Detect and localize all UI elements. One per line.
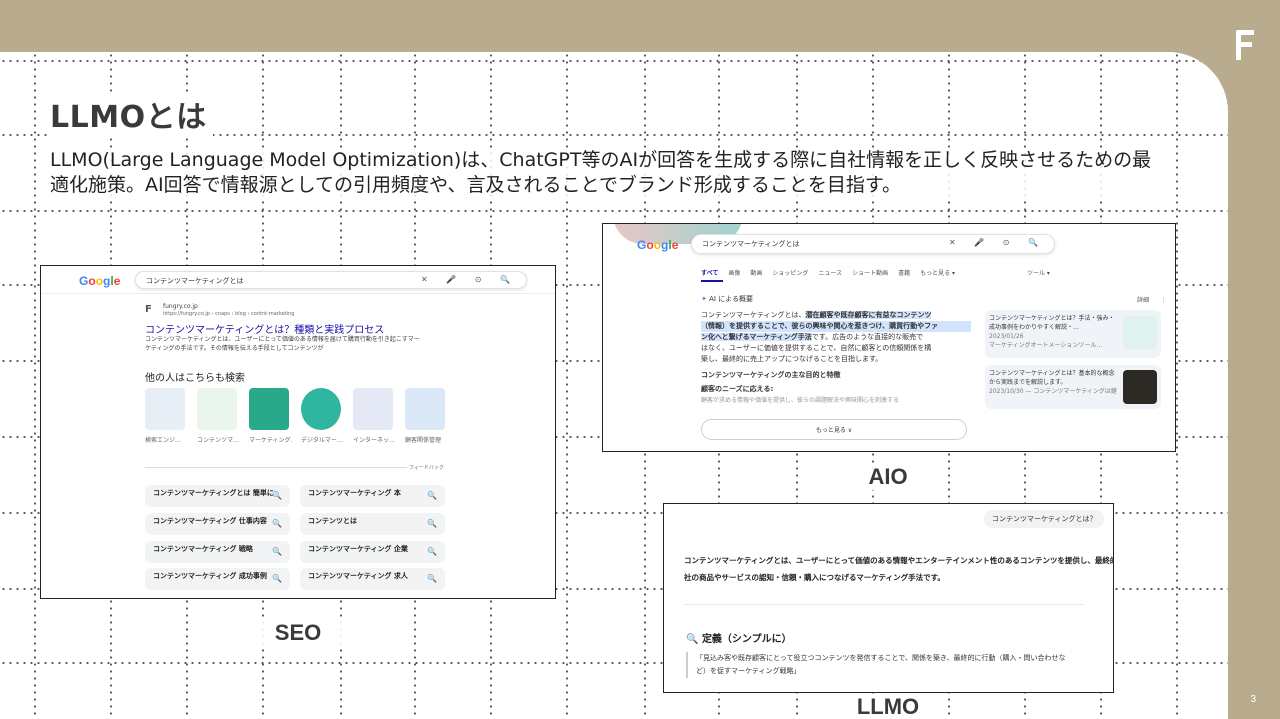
definition-heading: 🔍 定義（シンプルに） [686, 634, 792, 645]
magnifier-icon: 🔍 [686, 634, 699, 645]
related-search-chip[interactable]: コンテンツマーケティング 求人 🔍 [300, 568, 445, 590]
page-title: LLMOとは [50, 92, 213, 136]
result-snippet: コンテンツマーケティングとは、ユーザーにとって価値のある情報を届けて購買行動を引… [145, 336, 420, 352]
search-tools-icons: ✕ 🎤 ⊙ 🔍 [949, 238, 1046, 247]
thumb-1[interactable] [145, 388, 185, 430]
page-description: LLMO(Large Language Model Optimization)は… [50, 148, 1160, 198]
slide-content: LLMOとは LLMO(Large Language Model Optimiz… [0, 52, 1228, 719]
sparkle-icon: ✦ [701, 295, 707, 303]
aio-caption: AIO [838, 464, 938, 490]
llmo-caption: LLMO [838, 694, 938, 719]
thumb-6[interactable] [405, 388, 445, 430]
thumb-2[interactable] [197, 388, 237, 430]
ai-overview-subheading: コンテンツマーケティングの主な目的と特徴 [701, 371, 841, 379]
thumb-label: デジタルマー… [301, 437, 343, 444]
ai-overview-paragraph: コンテンツマーケティングとは、潜在顧客や既存顧客に有益なコンテンツ （情報）を提… [701, 310, 971, 365]
thumb-label: マーケティング… [249, 437, 293, 444]
brand-logo [1234, 28, 1256, 62]
ai-overview-bullet: 顧客のニーズに応える: [701, 385, 774, 393]
card-thumbnail [1123, 370, 1157, 404]
definition-quote: 「見込み客や既存顧客にとって役立つコンテンツを発信することで、関係を築き、最終的… [686, 652, 1106, 678]
show-more-button[interactable]: もっと見る ∨ [701, 419, 967, 440]
user-message-bubble: コンテンツマーケティングとは？ [984, 510, 1105, 528]
card-thumbnail [1123, 316, 1157, 350]
source-card[interactable]: コンテンツマーケティングとは？手法・強み・成功事例をわかりやすく解説・… 202… [985, 310, 1161, 358]
related-search-chip[interactable]: コンテンツマーケティング 本 🔍 [300, 485, 445, 507]
thumb-label: コンテンツマ… [197, 437, 240, 444]
result-title-link[interactable]: コンテンツマーケティングとは？種類と実践プロセス [145, 321, 384, 336]
thumb-4[interactable] [301, 388, 341, 430]
google-logo: Google [79, 274, 121, 288]
page-number: 3 [1250, 694, 1256, 705]
related-search-chip[interactable]: コンテンツマーケティング 仕事内容 🔍 [145, 513, 290, 535]
detail-link[interactable]: 詳細 ⋮ [1137, 295, 1167, 304]
related-search-chip[interactable]: コンテンツマーケティング 成功事例 🔍 [145, 568, 290, 590]
google-logo: Google [637, 238, 679, 252]
search-tabs[interactable]: すべて 画像 動画 ショッピング ニュース ショート動画 書籍 もっと見る ▾ [701, 268, 965, 277]
search-tools-icons: ✕ 🎤 ⊙ 🔍 [421, 275, 518, 284]
thumb-3[interactable] [249, 388, 289, 430]
search-input[interactable]: コンテンツマーケティングとは ✕ 🎤 ⊙ 🔍 [691, 234, 1055, 254]
seo-caption: SEO [248, 620, 348, 646]
seo-screenshot: Google コンテンツマーケティングとは ✕ 🎤 ⊙ 🔍 F fungry.c… [40, 265, 556, 599]
related-search-chip[interactable]: コンテンツマーケティング 企業 🔍 [300, 541, 445, 563]
llmo-screenshot: コンテンツマーケティングとは？ コンテンツマーケティングとは、ユーザーにとって価… [663, 503, 1114, 693]
source-card[interactable]: コンテンツマーケティングとは？基本的な概念から実践までを解説します。 2023/… [985, 365, 1161, 409]
thumb-label: 顧客関係管理 [405, 437, 442, 444]
result-site: fungry.co.jp [163, 303, 198, 310]
thumb-label: 検索エンジ… [145, 437, 182, 444]
aio-screenshot: Google コンテンツマーケティングとは ✕ 🎤 ⊙ 🔍 すべて 画像 動画 ショッ… [602, 223, 1176, 452]
result-favicon: F [145, 304, 152, 315]
people-also-search-heading: 他の人はこちらも検索 [145, 373, 245, 384]
search-input[interactable]: コンテンツマーケティングとは ✕ 🎤 ⊙ 🔍 [135, 271, 527, 289]
related-search-chip[interactable]: コンテンツマーケティングとは 簡単に 🔍 [145, 485, 290, 507]
ai-overview-label: ✦ AI による概要 [701, 295, 753, 303]
related-search-chip[interactable]: コンテンツとは 🔍 [300, 513, 445, 535]
thumb-5[interactable] [353, 388, 393, 430]
tools-menu[interactable]: ツール ▾ [1027, 268, 1050, 277]
llmo-answer: コンテンツマーケティングとは、ユーザーにとって価値のある情報やエンターテインメン… [684, 556, 1114, 582]
related-search-chip[interactable]: コンテンツマーケティング 戦略 🔍 [145, 541, 290, 563]
thumb-label: インターネッ… [353, 437, 396, 444]
ai-overview-bullet-text: 顧客が求める情報や価値を提供し、彼らの課題解決や興味関心を刺激する [701, 397, 900, 404]
result-url: https://fungry.co.jp › cnaps › blog › co… [163, 311, 295, 317]
feedback-link[interactable]: フィードバック [409, 464, 444, 471]
